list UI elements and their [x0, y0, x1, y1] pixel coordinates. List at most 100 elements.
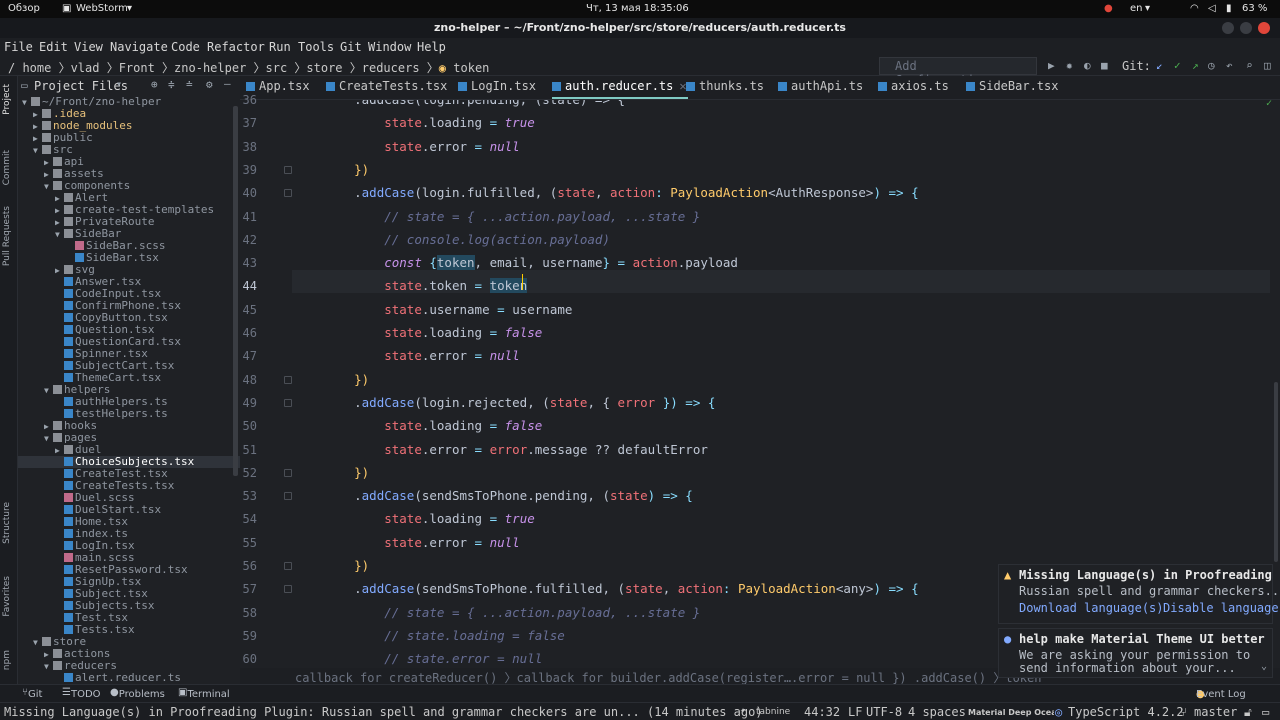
fold-marker-icon[interactable]: [284, 165, 292, 174]
line-number[interactable]: 38: [240, 140, 257, 154]
menu-file[interactable]: File: [4, 40, 33, 54]
editor-scrollbar-thumb[interactable]: [1274, 382, 1278, 562]
pull-requests-tool-button[interactable]: Pull Requests: [2, 206, 12, 266]
line-number[interactable]: 50: [240, 419, 257, 433]
git-push-icon[interactable]: ↗: [1192, 59, 1199, 72]
debug-icon[interactable]: ✹: [1066, 59, 1073, 72]
git-update-icon[interactable]: ↙: [1156, 59, 1163, 72]
tab-createtests-tsx[interactable]: CreateTests.tsx: [326, 79, 447, 93]
menu-view[interactable]: View: [74, 40, 103, 54]
tab-sidebar-tsx[interactable]: SideBar.tsx: [966, 79, 1058, 93]
line-separator[interactable]: LF: [848, 705, 862, 719]
favorites-tool-button[interactable]: Favorites: [2, 576, 12, 617]
menu-code[interactable]: Code: [171, 40, 200, 54]
line-number[interactable]: 44: [240, 279, 257, 293]
line-number[interactable]: 60: [240, 652, 257, 666]
chevron-down-icon[interactable]: ▼: [22, 97, 31, 109]
settings-icon[interactable]: ◫: [1264, 59, 1271, 72]
typescript-version[interactable]: TypeScript 4.2.2: [1068, 705, 1184, 719]
tabnine-status[interactable]: tabnine: [756, 707, 790, 717]
line-number[interactable]: 45: [240, 303, 257, 317]
history-icon[interactable]: ◷: [1208, 59, 1215, 72]
run-icon[interactable]: ▶: [1048, 59, 1055, 72]
line-number[interactable]: 49: [240, 396, 257, 410]
memory-icon[interactable]: ▭: [1262, 705, 1269, 719]
commit-tool-button[interactable]: Commit: [2, 150, 12, 185]
tab-thunks-ts[interactable]: thunks.ts: [686, 79, 764, 93]
line-number[interactable]: 46: [240, 326, 257, 340]
line-number[interactable]: 56: [240, 559, 257, 573]
tab-app-tsx[interactable]: App.tsx: [246, 79, 310, 93]
add-configuration-button[interactable]: Add Configuration...: [879, 57, 1037, 87]
rollback-icon[interactable]: ↶: [1226, 59, 1233, 72]
line-number[interactable]: 41: [240, 210, 257, 224]
todo-tool-button[interactable]: ☰ TODO: [62, 687, 101, 700]
theme-indicator[interactable]: Material Deep Ocean: [968, 708, 1054, 717]
path-breadcrumb[interactable]: / home 〉vlad 〉Front 〉zno-helper 〉src 〉st…: [8, 59, 489, 76]
file-encoding[interactable]: UTF-8: [866, 705, 902, 719]
menu-navigate[interactable]: Navigate: [110, 40, 168, 54]
status-message[interactable]: Missing Language(s) in Proofreading Plug…: [4, 705, 763, 719]
breadcrumb-current[interactable]: token: [453, 61, 489, 75]
maximize-button[interactable]: [1240, 22, 1252, 34]
fold-marker-icon[interactable]: [284, 375, 292, 384]
tree-folder[interactable]: ▼ ~/Front/zno-helper: [22, 96, 161, 108]
battery-icon[interactable]: ▮: [1226, 3, 1232, 14]
line-number[interactable]: 37: [240, 116, 257, 130]
git-tool-button[interactable]: ⑂ Git: [22, 687, 42, 700]
hide-panel-icon[interactable]: –: [224, 77, 231, 90]
line-number[interactable]: 58: [240, 606, 257, 620]
tab-login-tsx[interactable]: LogIn.tsx: [458, 79, 536, 93]
menu-git[interactable]: Git: [340, 40, 362, 54]
clock[interactable]: Чт, 13 мая 18:35:06: [586, 3, 689, 14]
fold-marker-icon[interactable]: [284, 468, 292, 477]
locate-file-icon[interactable]: ⊕: [151, 78, 158, 91]
app-menu[interactable]: WebStorm: [76, 3, 128, 14]
menu-window[interactable]: Window: [368, 40, 411, 54]
structure-tool-button[interactable]: Structure: [2, 502, 12, 544]
tab-auth-reducer-ts[interactable]: auth.reducer.ts ✕: [552, 79, 687, 93]
menu-tools[interactable]: Tools: [298, 40, 334, 54]
line-number[interactable]: 40: [240, 186, 257, 200]
npm-tool-button[interactable]: npm: [2, 650, 12, 670]
menu-run[interactable]: Run: [269, 40, 291, 54]
fold-marker-icon[interactable]: [284, 189, 292, 198]
tab-authapi-ts[interactable]: authApi.ts: [778, 79, 863, 93]
git-commit-icon[interactable]: ✓: [1174, 59, 1181, 72]
chevron-down-icon[interactable]: ▼: [55, 229, 64, 241]
fold-marker-icon[interactable]: [284, 562, 292, 570]
project-tool-button[interactable]: Project: [2, 84, 12, 115]
search-icon[interactable]: ⌕: [1246, 59, 1253, 72]
chrome-icon[interactable]: ●: [1104, 3, 1113, 14]
volume-icon[interactable]: ◁: [1208, 3, 1216, 14]
overview-button[interactable]: Обзор: [8, 3, 40, 14]
menu-help[interactable]: Help: [417, 40, 446, 54]
minimize-button[interactable]: [1222, 22, 1234, 34]
fold-marker-icon[interactable]: [284, 585, 292, 594]
lock-icon[interactable]: 🔓︎: [1244, 705, 1252, 720]
line-number[interactable]: 55: [240, 536, 257, 550]
line-number[interactable]: 42: [240, 233, 257, 247]
project-view-selector[interactable]: Project Files: [34, 79, 128, 93]
editor-scrollbar[interactable]: [1273, 100, 1280, 668]
chevron-down-icon[interactable]: ▼: [33, 145, 42, 157]
line-number[interactable]: 36: [240, 93, 257, 107]
line-number[interactable]: 47: [240, 349, 257, 363]
fold-marker-icon[interactable]: [284, 492, 292, 501]
line-number[interactable]: 39: [240, 163, 257, 177]
wifi-icon[interactable]: ◠: [1190, 3, 1199, 14]
chevron-down-icon[interactable]: ▼: [44, 385, 53, 397]
tab-axios-ts[interactable]: axios.ts: [878, 79, 949, 93]
line-number[interactable]: 54: [240, 512, 257, 526]
problems-tool-button[interactable]: ● Problems: [110, 687, 165, 700]
line-number[interactable]: 57: [240, 582, 257, 596]
chevron-down-icon[interactable]: ▼: [44, 181, 53, 193]
menu-edit[interactable]: Edit: [39, 40, 68, 54]
terminal-tool-button[interactable]: ▣ Terminal: [178, 687, 230, 700]
indent-setting[interactable]: 4 spaces: [908, 705, 966, 719]
expand-all-icon[interactable]: ≑: [168, 78, 175, 91]
line-number[interactable]: 52: [240, 466, 257, 480]
tree-scrollbar[interactable]: [233, 106, 238, 476]
chevron-down-icon[interactable]: ▼: [44, 661, 53, 673]
line-number[interactable]: 43: [240, 256, 257, 270]
